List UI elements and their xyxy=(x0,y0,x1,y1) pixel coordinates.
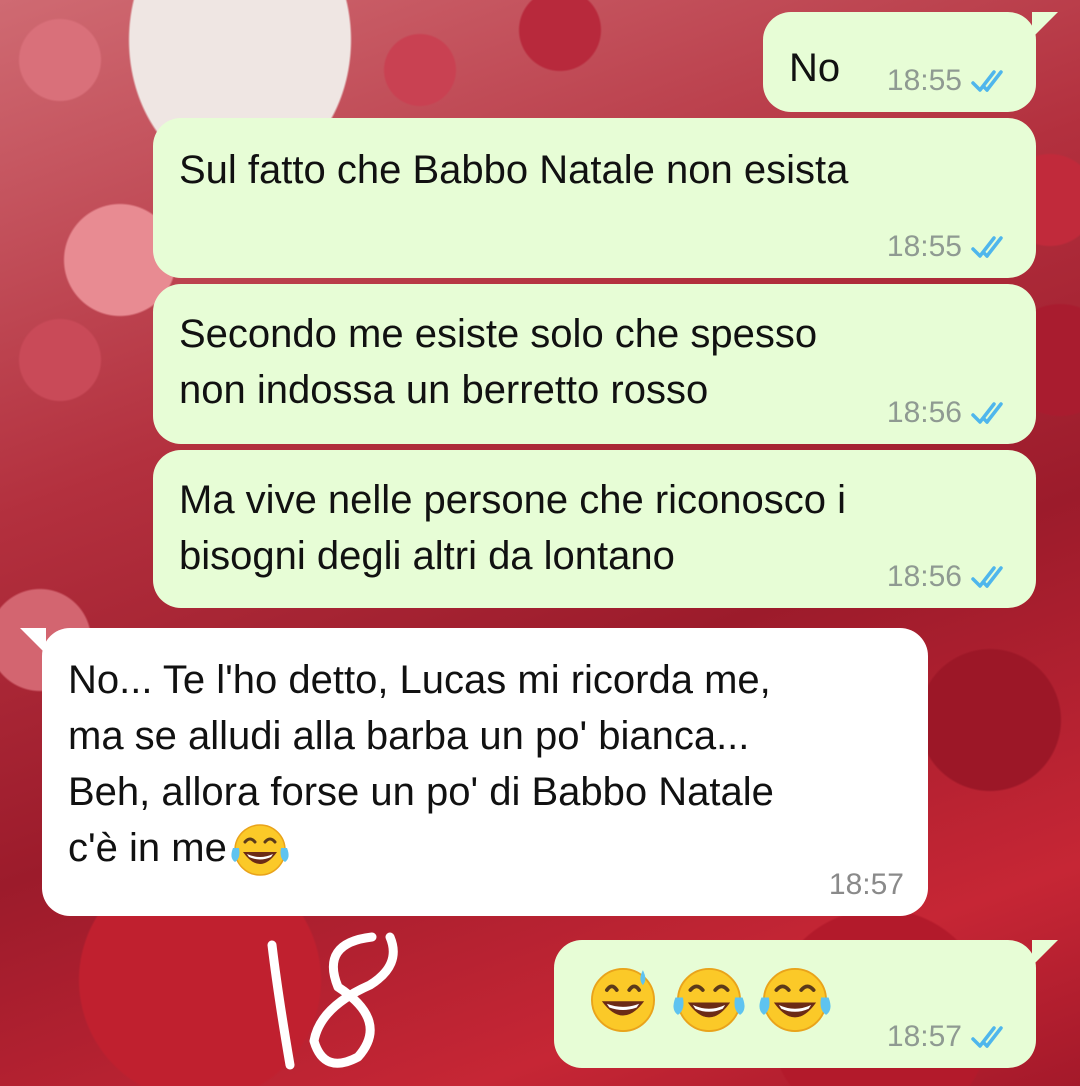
message-text-line: Ma vive nelle persone che riconosco i xyxy=(179,478,847,522)
message-text-line: No... Te l'ho detto, Lucas mi ricorda me… xyxy=(68,658,771,702)
message-time: 18:55 xyxy=(886,230,962,263)
message-meta: 18:55 xyxy=(887,230,1012,264)
handwritten-18-drawing xyxy=(267,932,398,1070)
message-bubble-outgoing[interactable]: Sul fatto che Babbo Natale non esista 18… xyxy=(153,118,1036,278)
message-bubble-outgoing[interactable]: 18:57 xyxy=(554,940,1058,1068)
double-check-read-icon xyxy=(971,70,1003,92)
message-time: 18:55 xyxy=(886,64,962,97)
face-with-tears-of-joy-icon xyxy=(231,824,289,877)
message-time: 18:56 xyxy=(886,560,962,593)
message-bubble-outgoing[interactable]: Ma vive nelle persone che riconosco i bi… xyxy=(153,450,1036,608)
message-meta: 18:57 xyxy=(887,1020,1012,1054)
face-with-tears-of-joy-icon xyxy=(759,968,831,1032)
double-check-read-icon xyxy=(971,236,1003,258)
message-text: No xyxy=(789,46,841,90)
message-time: 18:57 xyxy=(828,868,904,901)
message-bubble-outgoing[interactable]: No 18:55 xyxy=(763,12,1058,112)
double-check-read-icon xyxy=(971,566,1003,588)
message-bubble-incoming[interactable]: No... Te l'ho detto, Lucas mi ricorda me… xyxy=(20,628,928,916)
message-text-line: ma se alludi alla barba un po' bianca... xyxy=(68,714,750,758)
message-text-fragment: c'è in me xyxy=(68,826,227,870)
message-text-line: Secondo me esiste solo che spesso xyxy=(179,312,818,356)
message-time: 18:56 xyxy=(886,396,962,429)
message-meta: 18:56 xyxy=(887,560,1012,594)
message-meta: 18:57 xyxy=(829,868,904,902)
double-check-read-icon xyxy=(971,1026,1003,1048)
message-meta: 18:55 xyxy=(887,64,1012,98)
message-bubble-outgoing[interactable]: Secondo me esiste solo che spesso non in… xyxy=(153,284,1036,444)
face-with-tears-of-joy-icon xyxy=(673,968,745,1032)
message-time: 18:57 xyxy=(886,1020,962,1053)
message-text-line: Beh, allora forse un po' di Babbo Natale xyxy=(68,770,774,814)
chat-screen: No 18:55 Sul fatto che Babbo Natale non … xyxy=(0,0,1080,1086)
double-check-read-icon xyxy=(971,402,1003,424)
message-meta: 18:56 xyxy=(887,396,1012,430)
message-text: Sul fatto che Babbo Natale non esista xyxy=(179,148,849,192)
grinning-face-with-sweat-icon xyxy=(591,968,655,1032)
message-text-line: c'è in me xyxy=(68,820,928,880)
